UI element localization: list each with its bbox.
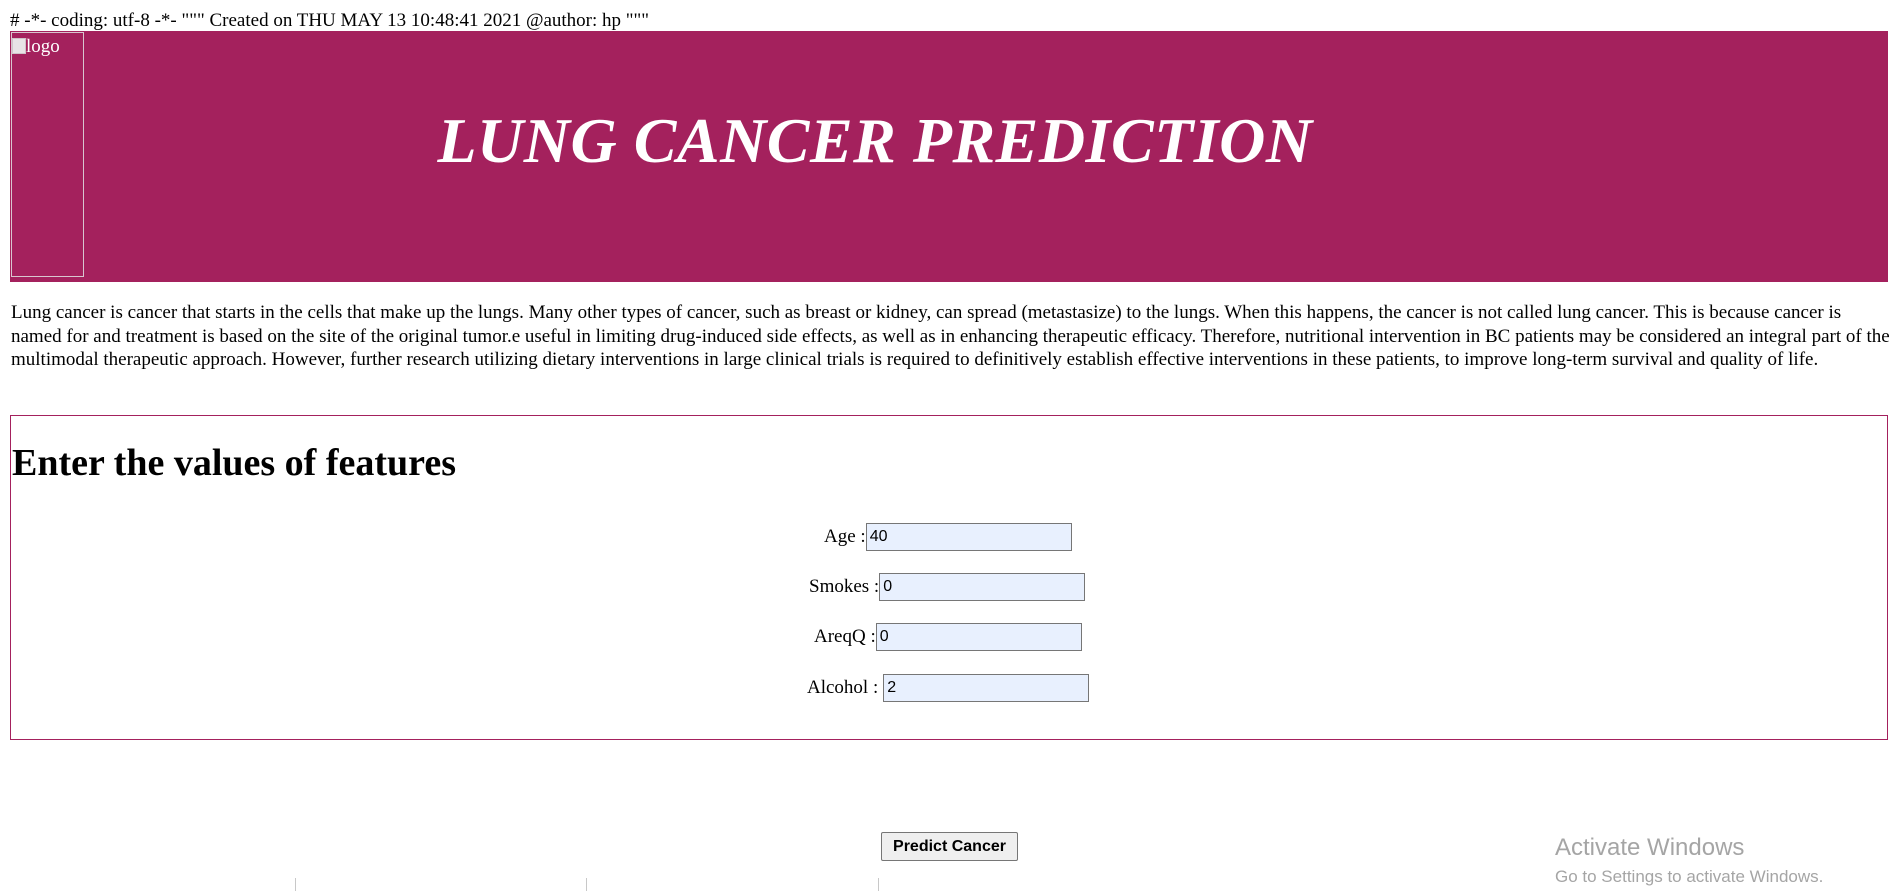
broken-image-icon xyxy=(12,38,26,54)
age-input[interactable] xyxy=(865,523,1072,551)
smokes-input[interactable] xyxy=(879,573,1086,601)
smokes-label: Smokes : xyxy=(809,576,880,597)
features-heading: Enter the values of features xyxy=(12,442,456,484)
age-label: Age : xyxy=(824,526,866,547)
divider-line xyxy=(586,878,587,891)
areqq-input[interactable] xyxy=(875,623,1082,651)
predict-cancer-button[interactable]: Predict Cancer xyxy=(881,832,1018,861)
features-form: Enter the values of features Age : Smoke… xyxy=(10,415,1888,740)
page: # -*- coding: utf-8 -*- """ Created on T… xyxy=(0,0,1897,891)
field-row-age: Age : xyxy=(824,523,1072,551)
activate-windows-subtitle: Go to Settings to activate Windows. xyxy=(1555,867,1824,886)
alcohol-input[interactable] xyxy=(883,674,1090,702)
intro-paragraph: Lung cancer is cancer that starts in the… xyxy=(11,302,1890,370)
field-row-areqq: AreqQ : xyxy=(814,623,1082,651)
page-title: LUNG CANCER PREDICTION xyxy=(437,105,1313,176)
divider-line xyxy=(295,878,296,891)
field-row-smokes: Smokes : xyxy=(809,573,1086,601)
areqq-label: AreqQ : xyxy=(814,626,876,647)
header-banner: logo LUNG CANCER PREDICTION xyxy=(10,31,1888,282)
field-row-alcohol: Alcohol : xyxy=(807,674,1090,702)
activate-windows-title: Activate Windows xyxy=(1555,834,1745,861)
alcohol-label: Alcohol : xyxy=(807,677,879,698)
divider-line xyxy=(878,878,879,891)
logo-alt-label: logo xyxy=(26,36,60,57)
code-comment-text: # -*- coding: utf-8 -*- """ Created on T… xyxy=(10,10,650,31)
logo-alt-text: logo xyxy=(12,36,60,58)
